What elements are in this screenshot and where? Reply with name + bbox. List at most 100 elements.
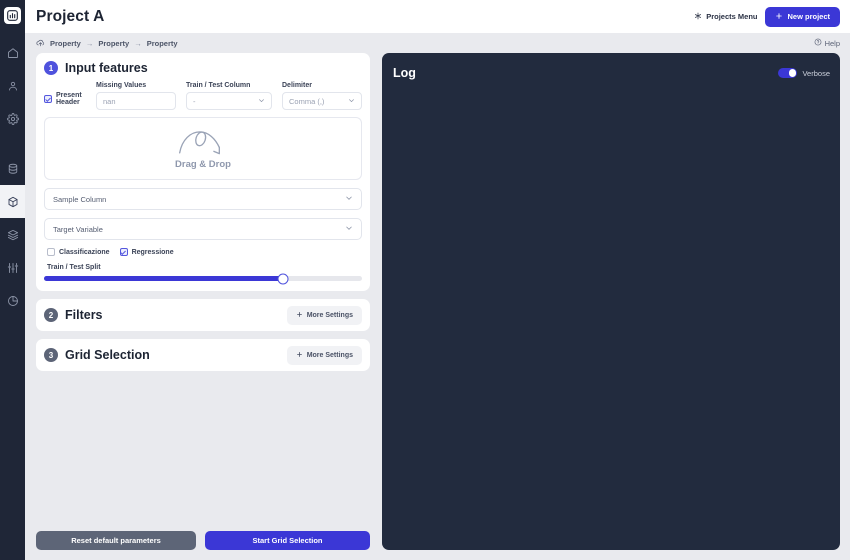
log-title: Log [393,66,416,80]
new-project-button[interactable]: New project [765,6,840,27]
help-label: Help [824,38,840,48]
content-body: 1 Input features Present Header Missing … [25,53,850,560]
grid-selection-title: Grid Selection [65,348,150,362]
projects-menu-button[interactable]: Projects Menu [694,12,757,22]
layers-icon [7,229,19,241]
new-project-label: New project [787,12,830,21]
sidebar-item-home[interactable] [0,36,25,69]
breadcrumb-bar: Property → Property → Property Help [25,33,850,53]
chevron-down-icon [258,97,265,106]
grid-selection-card[interactable]: 3 Grid Selection More Settings [36,339,370,371]
filters-more-settings-label: More Settings [306,311,353,319]
chevron-down-icon [348,97,355,106]
start-grid-selection-button[interactable]: Start Grid Selection [205,531,370,550]
step-badge-2: 2 [44,308,58,322]
sample-column-select[interactable]: Sample Column [44,188,362,210]
verbose-toggle[interactable] [778,68,798,78]
gear-icon [6,112,19,125]
sliders-icon [7,262,19,274]
cube-icon [7,196,19,208]
present-header-label: Present Header [56,92,82,106]
log-column: Log Verbose [382,53,840,550]
input-options-row: Present Header Missing Values nan Train … [44,82,362,110]
log-panel: Log Verbose [382,53,840,550]
regressione-option[interactable]: Regressione [119,248,174,256]
delimiter-value: Comma (,) [289,96,325,106]
top-bar-actions: Projects Menu New project [694,6,840,27]
sidebar-item-models[interactable] [0,185,25,218]
reset-default-parameters-button[interactable]: Reset default parameters [36,531,196,550]
action-footer: Reset default parameters Start Grid Sele… [36,522,370,550]
breadcrumb-item-3[interactable]: Property [147,39,178,48]
log-header: Log Verbose [382,53,840,93]
regressione-checkbox[interactable] [119,248,128,256]
question-circle-icon [814,38,822,48]
regressione-label: Regressione [131,248,174,256]
projects-menu-label: Projects Menu [706,12,758,21]
input-features-header: 1 Input features [44,61,362,75]
train-test-column-value: - [193,96,196,106]
top-bar: Project A Projects Menu New project [25,0,850,33]
plus-icon [775,12,783,22]
delimiter-select[interactable]: Comma (,) [282,92,362,110]
breadcrumb: Property → Property → Property [36,38,178,49]
input-features-title: Input features [65,61,148,75]
pie-chart-icon [7,295,19,307]
missing-values-label: Missing Values [96,82,147,89]
grid-selection-more-settings-label: More Settings [306,351,353,359]
sidebar-item-profile[interactable] [0,69,25,102]
main-region: Project A Projects Menu New project Prop… [25,0,850,560]
verbose-label: Verbose [802,68,830,78]
cloud-upload-icon [36,38,45,49]
sidebar-item-data[interactable] [0,152,25,185]
asterisk-icon [694,12,702,22]
grid-selection-header: 3 Grid Selection [44,348,150,362]
sidebar-item-reports[interactable] [0,284,25,317]
train-test-split-slider[interactable] [44,273,362,284]
classificazione-option[interactable]: Classificazione [47,248,110,256]
page-title: Project A [36,7,105,25]
present-header-checkbox-wrap[interactable]: Present Header [44,88,86,110]
sample-column-value: Sample Column [53,194,107,204]
grid-selection-more-settings-button[interactable]: More Settings [286,345,362,365]
filters-card[interactable]: 2 Filters More Settings [36,299,370,331]
app-root: Project A Projects Menu New project Prop… [0,0,850,560]
sidebar-item-tuning[interactable] [0,251,25,284]
classificazione-label: Classificazione [59,248,110,256]
task-type-row: Classificazione Regressione [44,248,362,256]
database-icon [7,163,19,175]
bar-chart-logo-icon[interactable] [4,7,21,24]
present-header-option: Present Header [44,88,86,110]
verbose-toggle-group[interactable]: Verbose [778,68,830,78]
chevron-down-icon [345,194,353,204]
drag-drop-arrow-icon [175,128,231,161]
log-output[interactable] [382,93,840,550]
present-header-checkbox[interactable] [44,95,52,103]
filters-title: Filters [65,308,103,322]
user-icon [7,80,19,92]
target-variable-value: Target Variable [53,224,103,234]
filters-more-settings-button[interactable]: More Settings [286,305,362,325]
slider-fill [44,276,283,281]
delimiter-option: Delimiter Comma (,) [282,82,362,110]
breadcrumb-item-2[interactable]: Property [98,39,129,48]
classificazione-checkbox[interactable] [47,248,55,256]
chevron-down-icon [345,224,353,234]
slider-thumb[interactable] [277,273,288,284]
breadcrumb-item-1[interactable]: Property [50,39,81,48]
sidebar-item-layers[interactable] [0,218,25,251]
target-variable-select[interactable]: Target Variable [44,218,362,240]
missing-values-input[interactable]: nan [96,92,176,110]
sidebar-item-settings[interactable] [0,102,25,135]
breadcrumb-separator: → [85,38,94,48]
toggle-knob [788,69,797,77]
plus-icon [296,351,303,360]
settings-column: 1 Input features Present Header Missing … [36,53,370,550]
delimiter-label: Delimiter [282,82,312,89]
file-dropzone[interactable]: Drag & Drop [44,117,362,180]
help-button[interactable]: Help [814,38,840,48]
filters-header: 2 Filters [44,308,103,322]
train-test-column-select[interactable]: - [186,92,272,110]
train-test-column-option: Train / Test Column - [186,82,272,110]
left-nav-rail [0,0,25,560]
